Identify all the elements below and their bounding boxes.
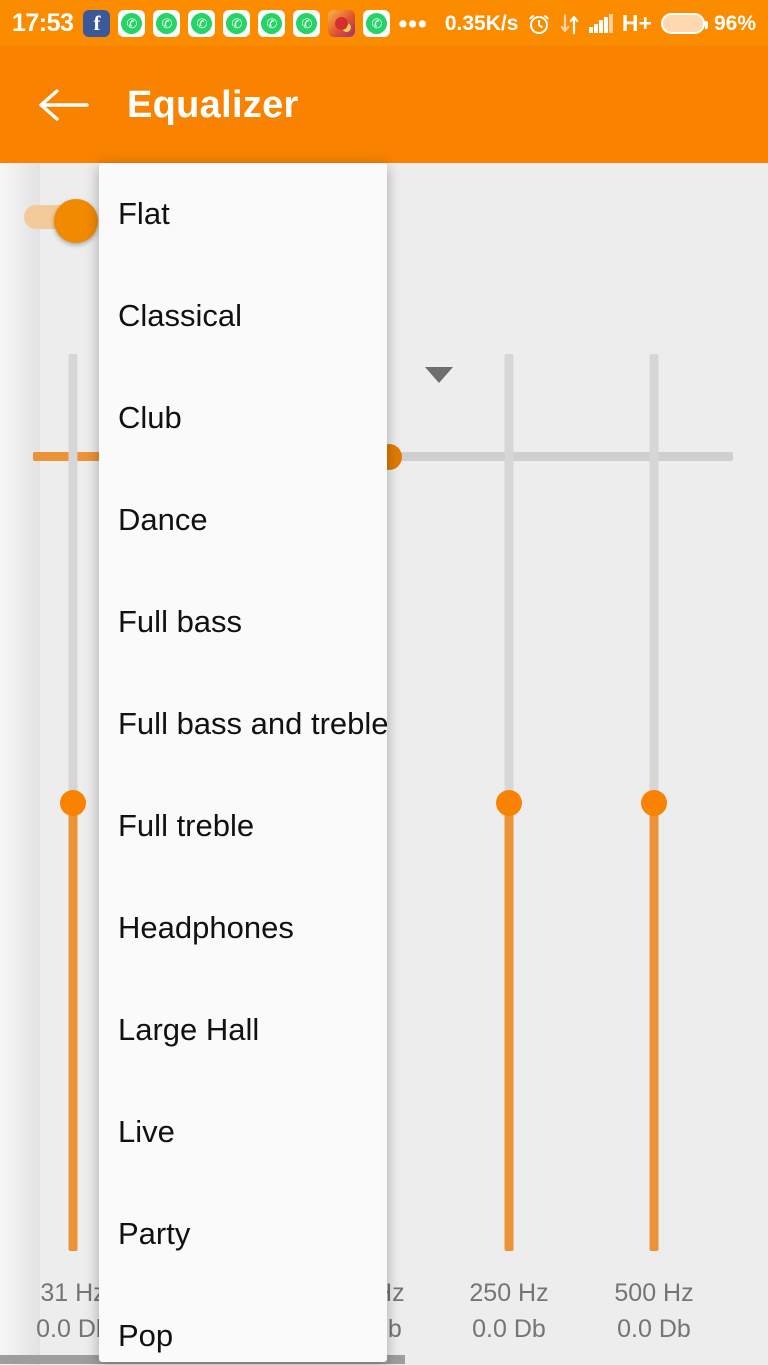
eq-band-thumb[interactable]	[60, 790, 86, 816]
eq-band-frequency: 250 Hz	[469, 1278, 549, 1307]
app-bar: Equalizer	[0, 47, 768, 163]
dropdown-item-live[interactable]: Live	[99, 1081, 387, 1183]
eq-band-labels: 250 Hz 0.0 Db	[436, 1275, 582, 1348]
whatsapp-icon: ✆	[293, 10, 321, 37]
eq-band-fill	[649, 803, 659, 1251]
eq-band-labels: 500 Hz 0.0 Db	[581, 1275, 727, 1348]
dropdown-item-headphones[interactable]: Headphones	[99, 877, 387, 979]
battery-icon	[660, 13, 708, 34]
dropdown-item-flat[interactable]: Flat	[99, 163, 387, 265]
eq-band-slider-500hz[interactable]	[641, 354, 667, 1251]
status-bar: 17:53 f ✆ ✆ ✆ ✆ ✆ ✆ ✆ ••• 0.35K/s H+ 96%	[0, 0, 768, 47]
back-button[interactable]	[32, 74, 94, 136]
dropdown-item-large-hall[interactable]: Large Hall	[99, 979, 387, 1081]
status-time: 17:53	[12, 9, 74, 37]
eq-band-gain: 0.0 Db	[472, 1314, 546, 1343]
dropdown-item-pop[interactable]: Pop	[99, 1285, 387, 1362]
battery-percent-label: 96%	[713, 11, 756, 35]
eq-band-thumb[interactable]	[496, 790, 522, 816]
network-speed-label: 0.35K/s	[444, 11, 519, 35]
eq-band-gain: 0.0 Db	[617, 1314, 691, 1343]
signal-strength-icon	[589, 14, 613, 33]
whatsapp-icon: ✆	[188, 10, 216, 37]
preset-dropdown-menu[interactable]: Flat Classical Club Dance Full bass Full…	[99, 163, 387, 1362]
dropdown-item-full-bass[interactable]: Full bass	[99, 571, 387, 673]
whatsapp-icon: ✆	[258, 10, 286, 37]
back-arrow-icon	[39, 89, 89, 121]
eq-band-frequency: 500 Hz	[614, 1278, 694, 1307]
eq-band: 250 Hz 0.0 Db	[436, 163, 582, 1365]
eq-band-fill	[504, 803, 514, 1251]
network-type-label: H+	[621, 10, 652, 36]
data-transfer-icon	[560, 12, 580, 36]
eq-band: 500 Hz 0.0 Db	[581, 163, 727, 1365]
whatsapp-icon: ✆	[223, 10, 251, 37]
notification-overflow-icon: •••	[398, 9, 428, 38]
alarm-icon	[527, 12, 551, 36]
eq-band-fill	[68, 803, 78, 1251]
dropdown-item-classical[interactable]: Classical	[99, 265, 387, 367]
eq-band-slider-31hz[interactable]	[60, 354, 86, 1251]
eq-band-slider-250hz[interactable]	[496, 354, 522, 1251]
whatsapp-icon: ✆	[118, 10, 146, 37]
dropdown-item-dance[interactable]: Dance	[99, 469, 387, 571]
whatsapp-icon: ✆	[363, 10, 391, 37]
facebook-icon: f	[83, 10, 111, 37]
dropdown-item-full-bass-and-treble[interactable]: Full bass and treble	[99, 673, 387, 775]
dropdown-item-club[interactable]: Club	[99, 367, 387, 469]
whatsapp-icon: ✆	[153, 10, 181, 37]
dropdown-item-party[interactable]: Party	[99, 1183, 387, 1285]
dropdown-item-full-treble[interactable]: Full treble	[99, 775, 387, 877]
page-title: Equalizer	[127, 83, 299, 126]
eq-band-thumb[interactable]	[641, 790, 667, 816]
game-app-icon	[328, 10, 356, 37]
